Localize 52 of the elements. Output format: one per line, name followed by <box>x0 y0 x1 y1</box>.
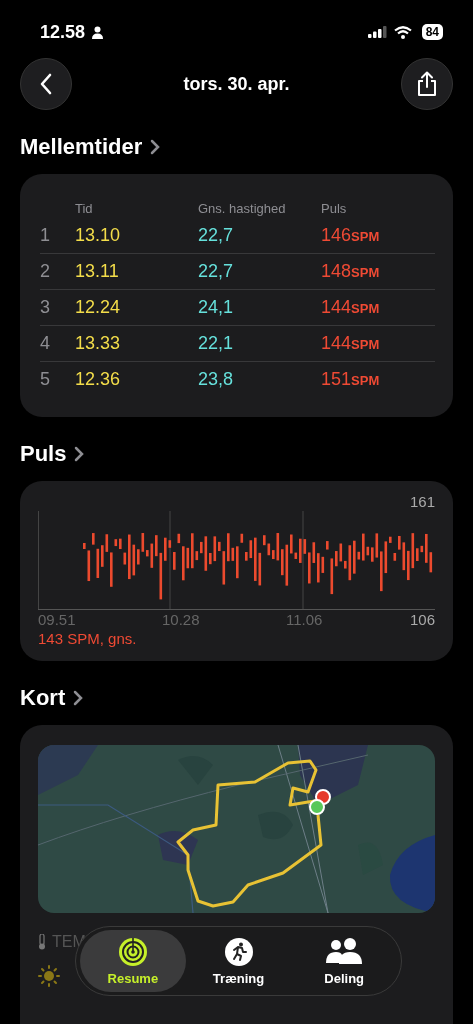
table-cell-text: 22,7 <box>198 225 235 246</box>
wifi-icon <box>393 25 412 39</box>
table-cell-text: 22,7 <box>198 261 235 282</box>
table-cell-text: 144SPM <box>321 297 381 318</box>
row-number: 2 <box>40 261 51 282</box>
back-icon <box>39 73 53 95</box>
share-icon <box>416 71 438 97</box>
average-pulse: 143 SPM, gns. <box>38 630 138 647</box>
section-link[interactable]: Kort <box>20 685 84 711</box>
thermometer-icon <box>38 934 46 950</box>
chevron-icon <box>150 139 161 155</box>
section-link[interactable]: Puls <box>20 441 85 467</box>
signal-icon <box>367 26 388 38</box>
back-button[interactable] <box>20 58 72 110</box>
date-title: tors. 30. apr. <box>183 73 290 95</box>
sun-icon <box>38 965 60 987</box>
row-number: 5 <box>40 369 51 390</box>
share-button[interactable] <box>401 58 453 110</box>
table-cell-text: 12.24 <box>75 297 122 318</box>
status-time: 12.58 <box>40 21 86 43</box>
row-number: 1 <box>40 225 51 246</box>
table-cell-text: 13.11 <box>75 261 120 282</box>
chevron-icon <box>74 446 85 462</box>
person-icon <box>91 25 105 39</box>
table-cell-text: 148SPM <box>321 261 381 282</box>
table-cell-text: 23,8 <box>198 369 235 390</box>
table-cell-text: 12.36 <box>75 369 122 390</box>
tab[interactable]: Deling <box>291 930 397 992</box>
table-cell-text: 13.33 <box>75 333 122 354</box>
tab[interactable]: Træning <box>185 930 292 992</box>
chevron-icon <box>73 690 84 706</box>
axis-label: 106 <box>409 611 435 628</box>
row-number: 3 <box>40 297 51 318</box>
axis-label: 11.06 <box>285 611 324 628</box>
table-cell-text: 146SPM <box>321 225 381 246</box>
axis-label: 09.51 <box>38 611 77 628</box>
battery-indicator: 84 <box>421 24 443 40</box>
column-header: Gns. hastighed <box>198 200 287 216</box>
rings-icon <box>117 936 148 967</box>
runner-icon <box>223 936 254 967</box>
axis-label: 161 <box>409 493 435 511</box>
table-cell-text: 13.10 <box>75 225 122 246</box>
table-cell-text: 144SPM <box>321 333 381 354</box>
table-cell-text: 24,1 <box>198 297 235 318</box>
table-cell-text: 22,1 <box>198 333 235 354</box>
section-link[interactable]: Mellemtider <box>20 134 161 160</box>
column-header: Puls <box>321 200 348 216</box>
column-header: Tid <box>75 200 94 216</box>
people-icon <box>325 936 364 967</box>
row-number: 4 <box>40 333 51 354</box>
table-cell-text: 151SPM <box>321 369 381 390</box>
axis-label: 10.28 <box>162 611 201 628</box>
